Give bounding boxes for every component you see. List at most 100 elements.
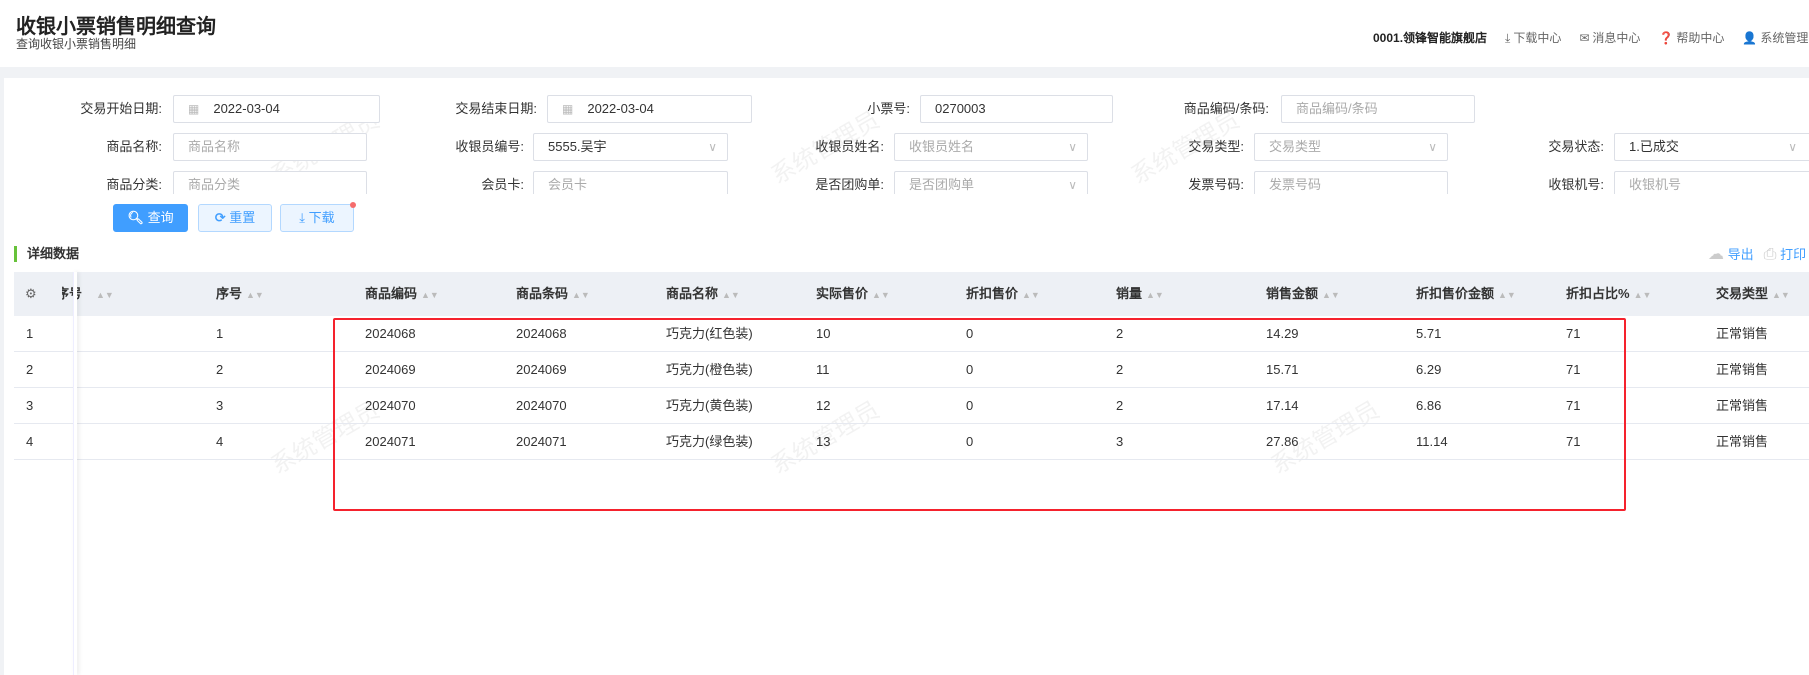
sort-icon: ▲▼ <box>1498 290 1516 300</box>
cell-disc-pct: 71 <box>1566 326 1581 341</box>
cell-idx: 2 <box>26 362 34 377</box>
product-code-label: 商品编码/条码: <box>1183 101 1269 116</box>
table-row[interactable]: 2 2 2024069 2024069 巧克力(橙色装) 11 0 2 15.71 6.29 71 正… <box>14 352 1809 388</box>
cashier-code-label: 收银员编号: <box>455 139 524 154</box>
column-header[interactable]: 折扣占比% ▲▼ <box>1566 272 1651 316</box>
sort-icon: ▲▼ <box>421 290 439 300</box>
column-header[interactable]: 销售金额 ▲▼ <box>1266 272 1340 316</box>
column-header[interactable]: 明细序号 <box>62 272 82 316</box>
reset-button[interactable]: ⟳ 重置 <box>198 204 272 232</box>
cell-seq: 3 <box>216 398 224 413</box>
page-subtitle: 查询收银小票销售明细 <box>16 37 137 51</box>
user-icon: 👤 <box>1742 31 1758 45</box>
chevron-down-icon: ∨ <box>708 140 717 154</box>
cell-price: 11 <box>816 362 830 377</box>
column-header[interactable]: 折扣售价 ▲▼ <box>966 272 1040 316</box>
print-button[interactable]: ⎙ 打印 <box>1764 244 1806 264</box>
frozen-column-edge <box>73 272 77 675</box>
cell-qty: 2 <box>1116 362 1124 377</box>
category-input[interactable]: 商品分类 <box>173 171 367 194</box>
cell-disc-pct: 71 <box>1566 362 1581 377</box>
download-center-link[interactable]: ⤓ 下载中心 <box>1505 29 1561 46</box>
table-row[interactable]: 3 3 2024070 2024070 巧克力(黄色装) 12 0 2 17.14 6.86 71 正… <box>14 388 1809 424</box>
cell-barcode: 2024069 <box>516 362 567 377</box>
help-center-link[interactable]: ❓ 帮助中心 <box>1658 29 1724 46</box>
cell-barcode: 2024071 <box>516 434 567 449</box>
cell-type: 正常销售 <box>1716 362 1769 377</box>
column-header[interactable]: 商品名称 ▲▼ <box>666 272 740 316</box>
sort-icon: ▲▼ <box>1022 290 1040 300</box>
start-date-input[interactable]: ▦ 2022-03-04 <box>173 95 380 123</box>
message-center-link[interactable]: ✉ 消息中心 <box>1579 29 1640 46</box>
column-settings-gear-icon[interactable]: ⚙ <box>25 272 37 316</box>
cell-name: 巧克力(橙色装) <box>666 362 753 377</box>
table-row[interactable]: 1 1 2024068 2024068 巧克力(红色装) 10 0 2 14.29 5.71 71 正… <box>14 316 1809 352</box>
cell-disc-price: 0 <box>966 434 974 449</box>
download-button[interactable]: ⤓ 下载 <box>280 202 356 232</box>
cell-barcode: 2024070 <box>516 398 567 413</box>
product-name-label: 商品名称: <box>106 139 162 154</box>
main-panel: 系统管理员 系统管理员 系统管理员 系统管理员 系统管理员 系统管理员 交易开始… <box>4 78 1809 675</box>
cell-seq: 1 <box>216 326 224 341</box>
column-header[interactable]: 商品条码 ▲▼ <box>516 272 590 316</box>
cell-code: 2024068 <box>365 326 416 341</box>
column-header[interactable]: 折扣售价金额 ▲▼ <box>1416 272 1516 316</box>
cell-qty: 3 <box>1116 434 1124 449</box>
cell-amount: 14.29 <box>1266 326 1299 341</box>
sort-icon: ▲▼ <box>1633 290 1652 300</box>
query-button[interactable]: 🔍︎ 查询 <box>113 204 188 232</box>
form-row-3: 商品分类: 商品分类 会员卡: 会员卡 是否团购单: 是否团购单 ∨ 发票号码: … <box>4 171 1809 194</box>
member-card-input[interactable]: 会员卡 <box>533 171 728 194</box>
cell-code: 2024069 <box>365 362 416 377</box>
trade-status-select[interactable]: 1.已成交 ∨ <box>1614 133 1809 161</box>
sort-icon[interactable]: ▲▼ <box>92 272 114 316</box>
cell-name: 巧克力(绿色装) <box>666 434 753 449</box>
cell-amount: 17.14 <box>1266 398 1299 413</box>
trade-status-label: 交易状态: <box>1548 139 1604 154</box>
user-menu[interactable]: 👤系统管理员 <box>1742 29 1809 46</box>
sort-icon: ▲▼ <box>1772 290 1790 300</box>
cell-qty: 2 <box>1116 326 1124 341</box>
sort-icon: ▲▼ <box>572 290 590 300</box>
cell-idx: 1 <box>26 326 34 341</box>
cell-type: 正常销售 <box>1716 434 1769 449</box>
cell-price: 12 <box>816 398 831 413</box>
cashier-code-select[interactable]: 5555.吴宇 ∨ <box>533 133 728 161</box>
ticket-no-input[interactable]: 0270003 <box>920 95 1113 123</box>
cell-disc-amount: 5.71 <box>1416 326 1442 341</box>
cell-price: 10 <box>816 326 831 341</box>
cell-seq: 2 <box>216 362 224 377</box>
cell-type: 正常销售 <box>1716 326 1769 341</box>
column-header[interactable]: 销量 ▲▼ <box>1116 272 1164 316</box>
chevron-down-icon: ∨ <box>1068 178 1077 192</box>
refresh-icon: ⟳ <box>214 210 226 225</box>
sort-icon: ▲▼ <box>1322 290 1340 300</box>
section-title: 详细数据 <box>14 246 79 262</box>
cell-disc-price: 0 <box>966 326 974 341</box>
column-header[interactable]: 实际售价 ▲▼ <box>816 272 890 316</box>
cell-code: 2024070 <box>365 398 416 413</box>
cashier-name-select[interactable]: 收银员姓名 ∨ <box>894 133 1088 161</box>
column-header[interactable]: 商品编码 ▲▼ <box>365 272 439 316</box>
trade-type-select[interactable]: 交易类型 ∨ <box>1254 133 1448 161</box>
top-header: 收银小票销售明细查询 查询收银小票销售明细 0001.领锋智能旗舰店 ⤓ 下载中心… <box>0 0 1809 67</box>
product-code-input[interactable]: 商品编码/条码 <box>1281 95 1475 123</box>
start-date-label: 交易开始日期: <box>80 101 162 116</box>
trade-type-label: 交易类型: <box>1188 139 1244 154</box>
store-name[interactable]: 0001.领锋智能旗舰店 <box>1373 29 1487 46</box>
help-icon: ❓ <box>1658 31 1674 45</box>
group-buy-select[interactable]: 是否团购单 ∨ <box>894 171 1088 194</box>
table-row[interactable]: 4 4 2024071 2024071 巧克力(绿色装) 13 0 3 27.86 11.14 71… <box>14 424 1809 460</box>
export-button[interactable]: ☁ 导出 <box>1708 244 1754 264</box>
end-date-input[interactable]: ▦ 2022-03-04 <box>547 95 752 123</box>
column-header[interactable]: 序号 ▲▼ <box>216 272 264 316</box>
chevron-down-icon: ∨ <box>1068 140 1077 154</box>
calendar-icon: ▦ <box>188 102 200 116</box>
invoice-no-input[interactable]: 发票号码 <box>1254 171 1448 194</box>
sort-icon: ▲▼ <box>1146 290 1164 300</box>
product-name-input[interactable]: 商品名称 <box>173 133 367 161</box>
printer-icon: ⎙ <box>1763 246 1777 263</box>
column-header[interactable]: 交易类型 ▲▼ <box>1716 272 1790 316</box>
pos-no-input[interactable]: 收银机号 <box>1614 171 1809 194</box>
invoice-no-label: 发票号码: <box>1188 177 1244 192</box>
